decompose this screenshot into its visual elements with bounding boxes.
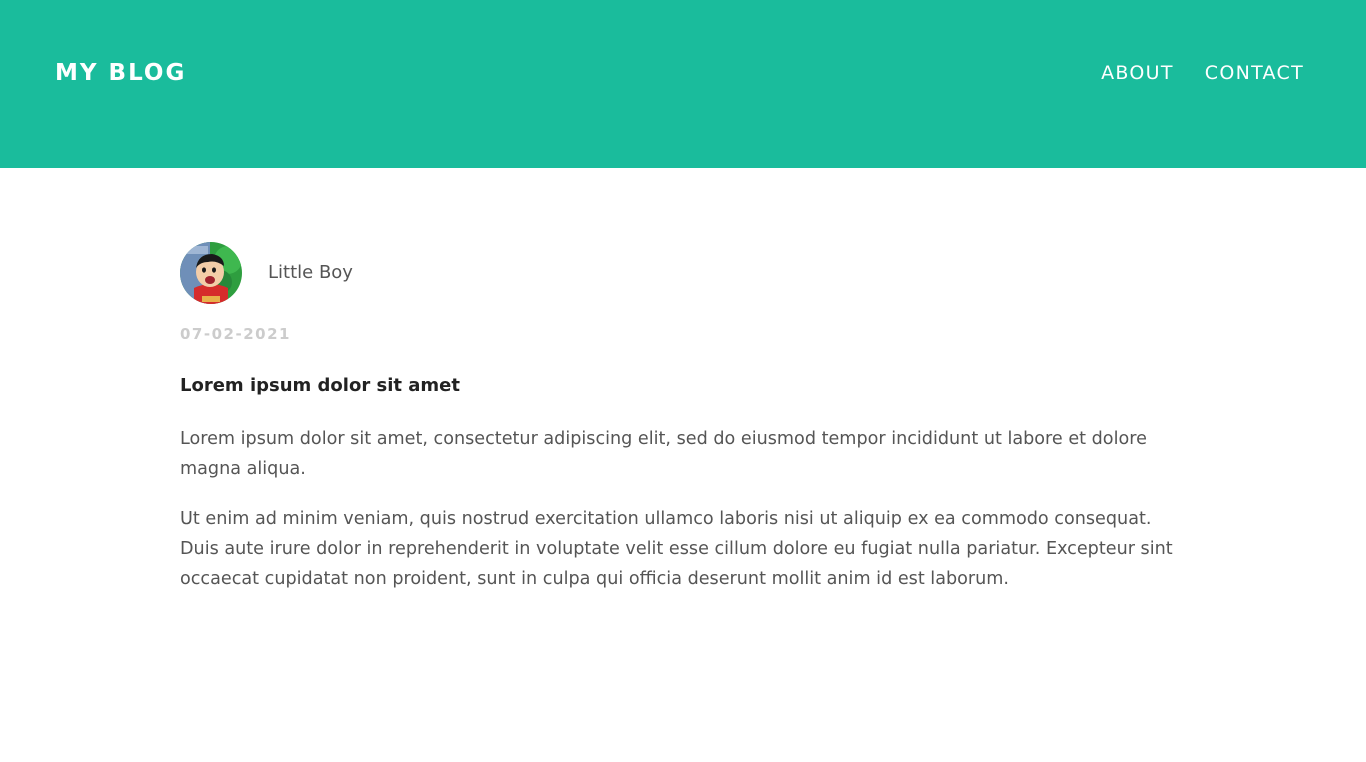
brand-logo-link[interactable]: MY BLOG: [55, 58, 186, 88]
cartoon-boy-avatar-icon: [180, 242, 242, 304]
main-nav: ABOUT CONTACT: [1101, 60, 1304, 86]
site-header: MY BLOG ABOUT CONTACT: [0, 0, 1366, 168]
blog-post: Little Boy 07-02-2021 Lorem ipsum dolor …: [180, 242, 1180, 594]
avatar: [180, 242, 242, 304]
post-title: Lorem ipsum dolor sit amet: [180, 375, 460, 396]
nav-link-about[interactable]: ABOUT: [1101, 60, 1174, 86]
post-paragraph: Lorem ipsum dolor sit amet, consectetur …: [180, 429, 1147, 479]
nav-link-contact[interactable]: CONTACT: [1205, 60, 1304, 86]
post-paragraph: Ut enim ad minim veniam, quis nostrud ex…: [180, 509, 1173, 589]
author-name: Little Boy: [268, 262, 353, 283]
post-date: 07-02-2021: [180, 325, 291, 343]
author-row: Little Boy: [180, 242, 1180, 304]
